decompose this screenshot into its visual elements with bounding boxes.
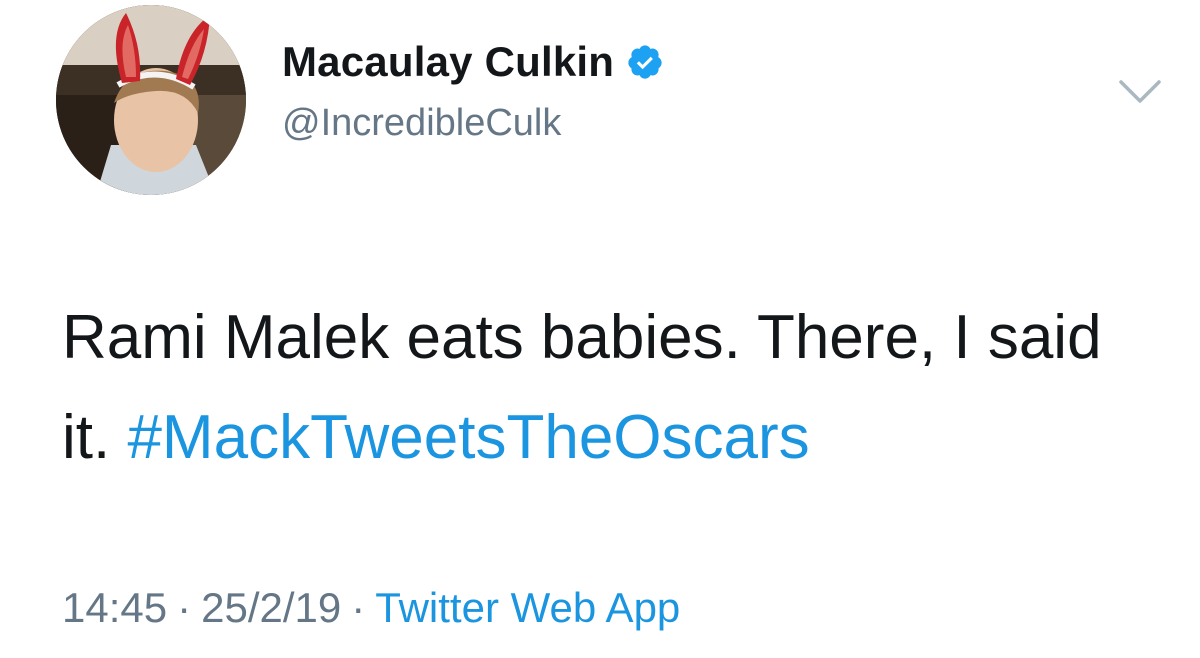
source-link[interactable]: Twitter Web App (375, 584, 680, 631)
avatar-image: KS (56, 5, 246, 195)
name-row: Macaulay Culkin (282, 34, 664, 90)
chevron-down-icon[interactable] (1118, 78, 1162, 106)
avatar[interactable]: KS (56, 5, 246, 195)
user-handle[interactable]: @IncredibleCulk (282, 102, 664, 145)
verified-badge-icon (626, 43, 664, 81)
tweet-header: Macaulay Culkin @IncredibleCulk (282, 34, 664, 145)
tweet-card: KS Macaulay Culkin @IncredibleCulk Rami … (0, 0, 1200, 658)
tweet-text: Rami Malek eats babies. There, I said it… (62, 288, 1152, 488)
tweet-meta: 14:45 · 25/2/19 · Twitter Web App (62, 584, 680, 632)
tweet-time[interactable]: 14:45 (62, 584, 167, 631)
meta-separator: · (351, 584, 366, 631)
display-name[interactable]: Macaulay Culkin (282, 38, 614, 86)
avatar-background-text: KS (59, 15, 86, 39)
hashtag-link[interactable]: #MackTweetsTheOscars (127, 403, 809, 472)
tweet-date[interactable]: 25/2/19 (201, 584, 341, 631)
meta-separator: · (177, 584, 192, 631)
